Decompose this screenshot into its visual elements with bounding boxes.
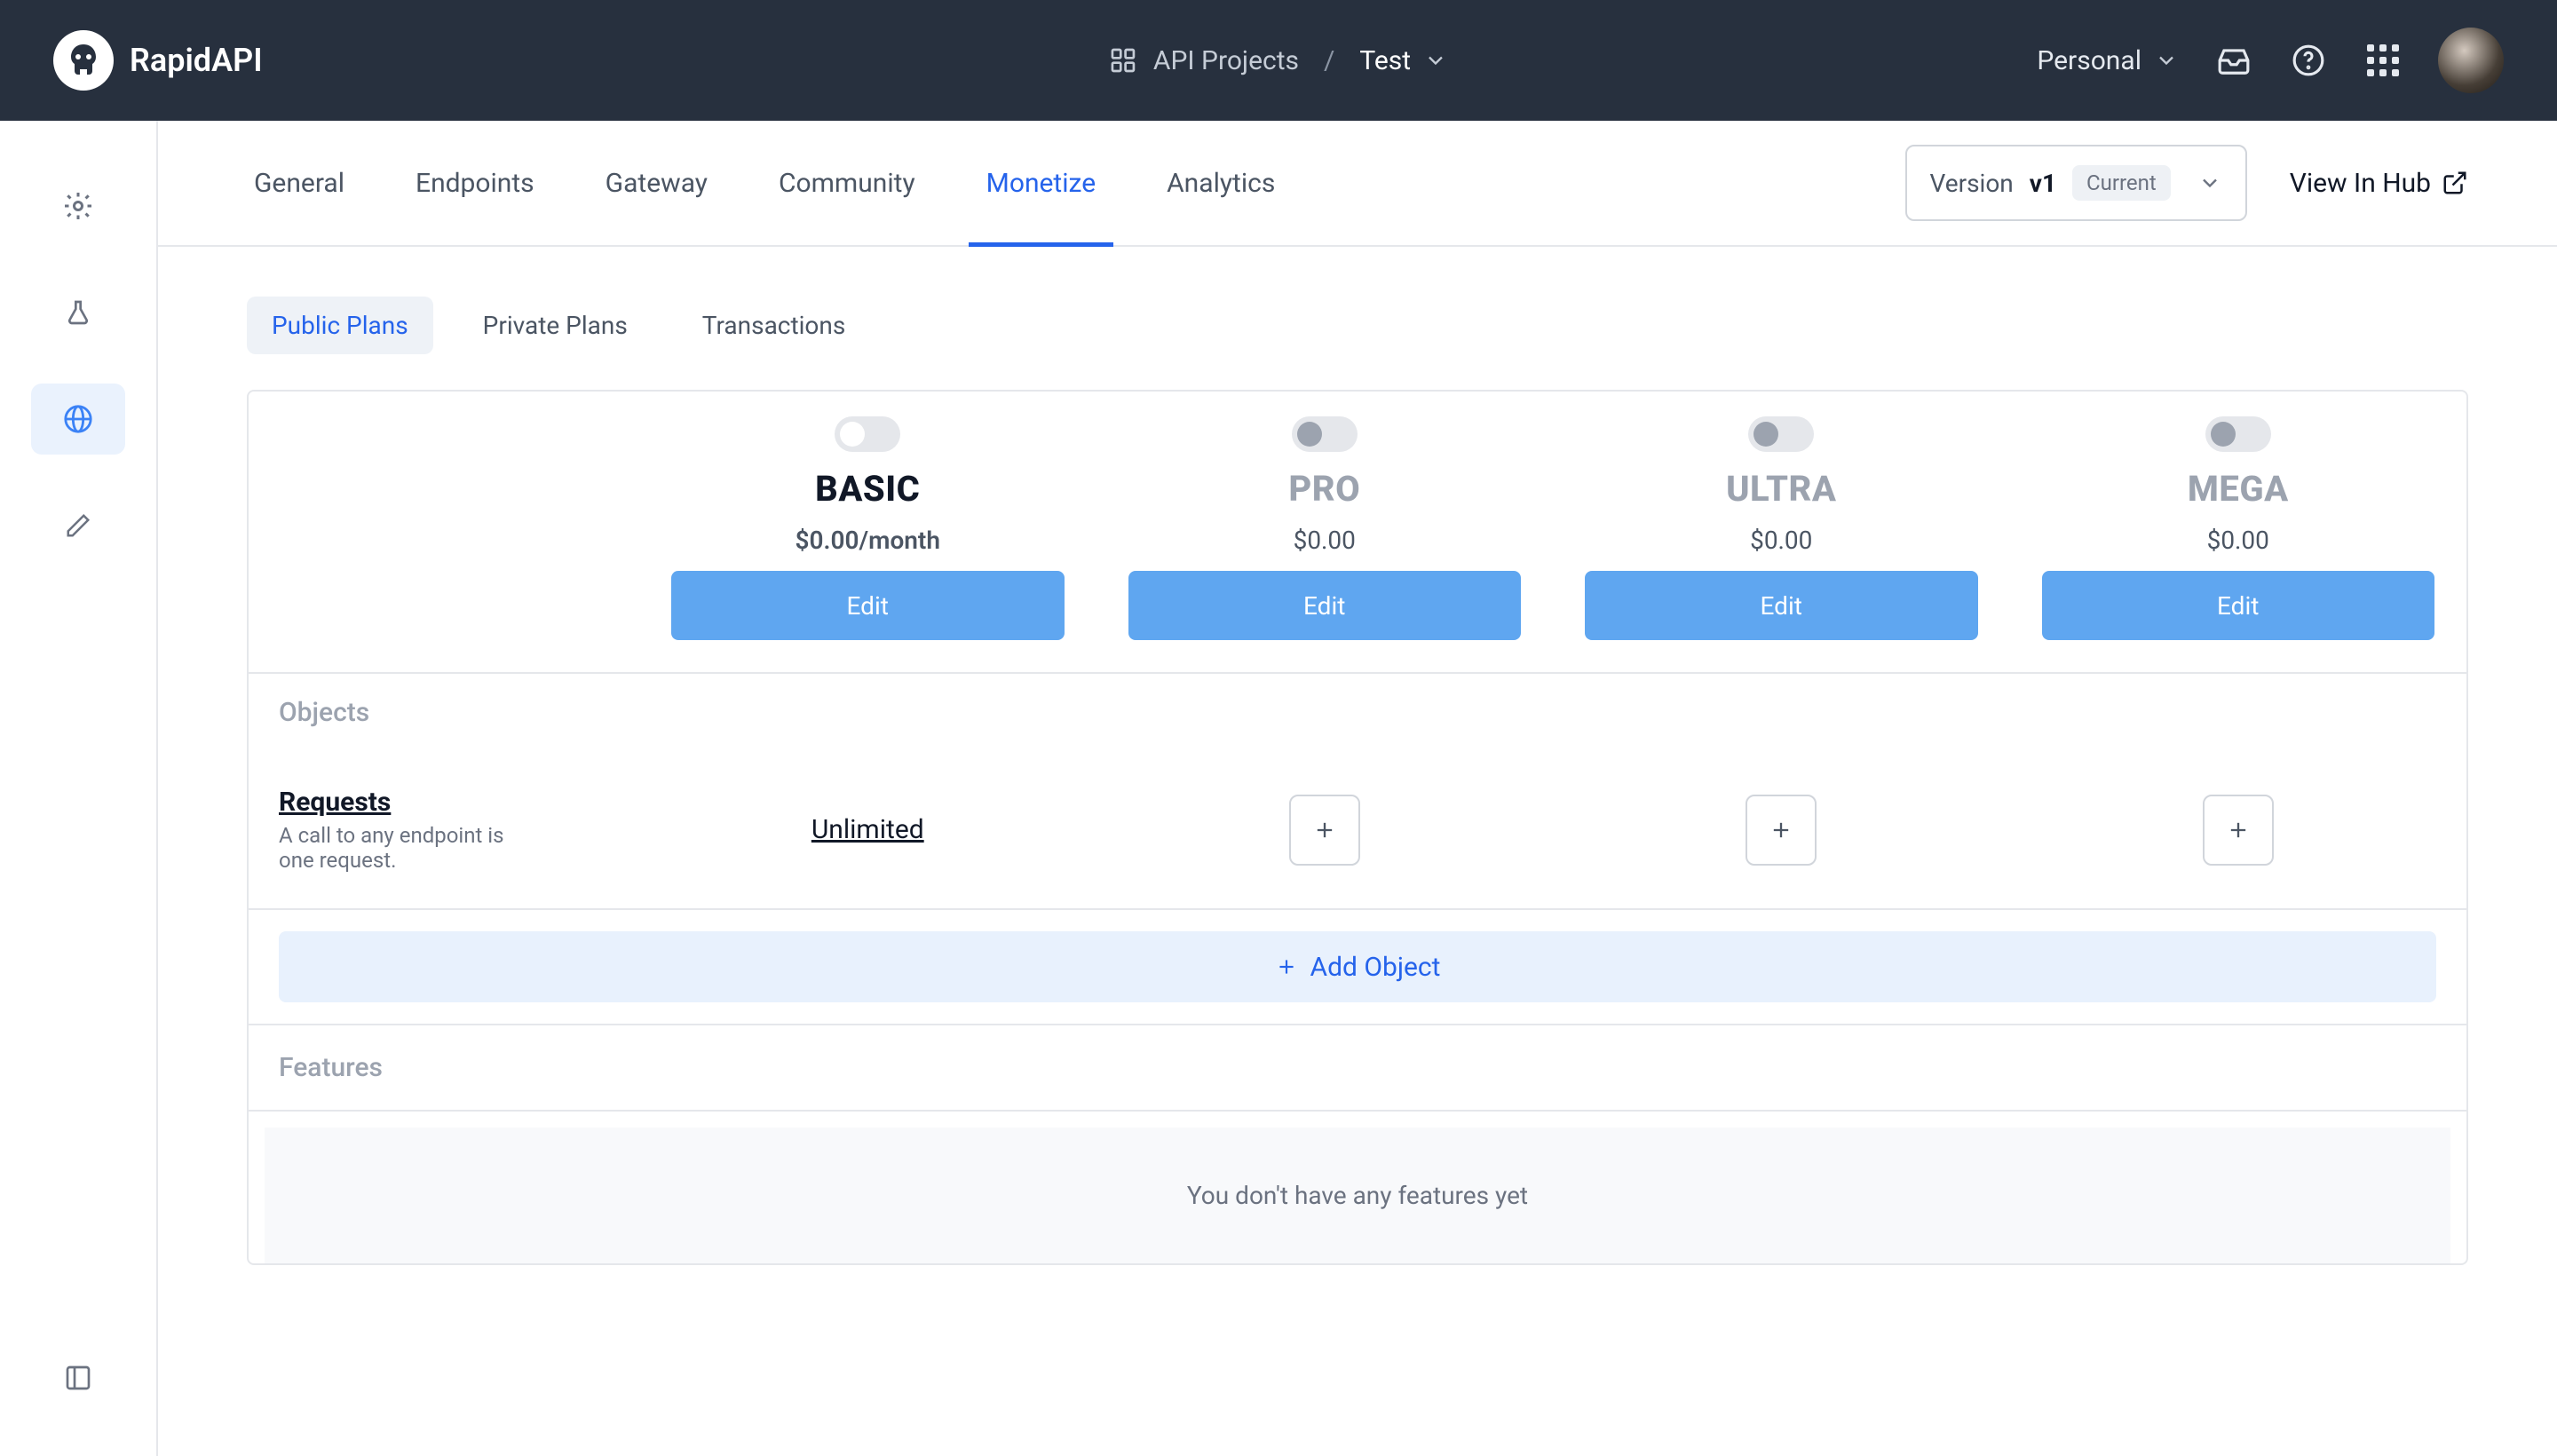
rail-edit-icon[interactable] [31, 490, 125, 561]
plan-mega-name: MEGA [2188, 468, 2289, 510]
version-label: Version [1930, 169, 2014, 198]
plan-mega: MEGA $0.00 Edit [2010, 392, 2467, 672]
plans-card: BASIC $0.00/month Edit PRO $0.00 Edit UL… [247, 390, 2468, 1265]
add-object-button[interactable]: Add Object [279, 931, 2436, 1002]
breadcrumb-current[interactable]: Test [1359, 45, 1448, 76]
object-row-requests: Requests A call to any endpoint is one r… [249, 751, 2466, 910]
apps-icon[interactable] [2363, 41, 2403, 80]
plan-ultra-edit-button[interactable]: Edit [1585, 571, 1978, 640]
plan-pro-toggle[interactable] [1292, 416, 1358, 452]
inbox-icon[interactable] [2214, 41, 2253, 80]
object-description: A call to any endpoint is one request. [279, 823, 510, 873]
add-object-label: Add Object [1310, 952, 1441, 983]
view-in-hub-label: View In Hub [2290, 168, 2431, 199]
rail-flask-icon[interactable] [31, 277, 125, 348]
version-badge: Current [2072, 165, 2171, 201]
sub-nav: Public Plans Private Plans Transactions [158, 247, 2557, 390]
features-section-label: Features [249, 1025, 2466, 1112]
help-icon[interactable] [2289, 41, 2328, 80]
tab-community[interactable]: Community [772, 121, 922, 245]
main: General Endpoints Gateway Community Mone… [158, 121, 2557, 1456]
plan-ultra-toggle[interactable] [1748, 416, 1814, 452]
workspace-label: Personal [2037, 45, 2141, 76]
object-basic-value[interactable]: Unlimited [811, 814, 924, 845]
rail-settings-icon[interactable] [31, 170, 125, 241]
subtab-public-plans[interactable]: Public Plans [247, 297, 433, 354]
plan-ultra-price: $0.00 [1750, 526, 1812, 555]
plan-basic-price: $0.00/month [796, 526, 940, 555]
chevron-down-icon [1423, 48, 1448, 73]
objects-section-label: Objects [249, 674, 2466, 751]
tab-gateway[interactable]: Gateway [598, 121, 715, 245]
version-selector[interactable]: Version v1 Current [1905, 145, 2247, 221]
object-mega-cell [2010, 759, 2467, 901]
tab-endpoints[interactable]: Endpoints [408, 121, 542, 245]
subtab-private-plans[interactable]: Private Plans [458, 297, 653, 354]
nav-tabs: General Endpoints Gateway Community Mone… [247, 121, 1282, 245]
rail-collapse-icon[interactable] [31, 1342, 125, 1413]
avatar[interactable] [2438, 28, 2504, 93]
tab-analytics[interactable]: Analytics [1160, 121, 1282, 245]
brand-name: RapidAPI [130, 42, 263, 79]
plan-ultra: ULTRA $0.00 Edit [1553, 392, 2010, 672]
object-ultra-add-button[interactable] [1746, 795, 1817, 866]
object-label: Requests A call to any endpoint is one r… [249, 751, 639, 908]
plan-basic-edit-button[interactable]: Edit [671, 571, 1065, 640]
workspace-selector[interactable]: Personal [2037, 45, 2179, 76]
plan-mega-toggle[interactable] [2205, 416, 2271, 452]
breadcrumb: API Projects / Test [1109, 45, 1448, 76]
features-empty-state: You don't have any features yet [265, 1128, 2450, 1263]
plan-pro-edit-button[interactable]: Edit [1128, 571, 1522, 640]
rail-globe-icon[interactable] [31, 384, 125, 455]
object-pro-cell [1096, 759, 1554, 901]
plan-basic-name: BASIC [815, 468, 920, 510]
external-link-icon [2442, 170, 2468, 196]
object-mega-add-button[interactable] [2203, 795, 2274, 866]
object-title[interactable]: Requests [279, 787, 609, 818]
tab-monetize[interactable]: Monetize [979, 121, 1103, 245]
plan-mega-price: $0.00 [2207, 526, 2269, 555]
tab-general[interactable]: General [247, 121, 352, 245]
chevron-down-icon [2154, 48, 2179, 73]
breadcrumb-root[interactable]: API Projects [1109, 45, 1299, 76]
plan-headers: BASIC $0.00/month Edit PRO $0.00 Edit UL… [249, 392, 2466, 674]
plan-pro: PRO $0.00 Edit [1096, 392, 1554, 672]
version-name: v1 [2030, 169, 2056, 198]
left-rail [0, 121, 158, 1456]
add-object-row: Add Object [249, 910, 2466, 1025]
brand-logo[interactable]: RapidAPI [53, 30, 263, 91]
plan-basic-toggle[interactable] [835, 416, 900, 452]
topbar: RapidAPI API Projects / Test Personal [0, 0, 2557, 121]
plan-basic: BASIC $0.00/month Edit [639, 392, 1096, 672]
object-basic-cell: Unlimited [639, 779, 1096, 881]
subtab-transactions[interactable]: Transactions [677, 297, 871, 354]
object-ultra-cell [1553, 759, 2010, 901]
topbar-right: Personal [2037, 28, 2504, 93]
chevron-down-icon [2197, 170, 2222, 195]
breadcrumb-root-label: API Projects [1153, 45, 1299, 76]
plan-pro-name: PRO [1288, 468, 1360, 510]
brand-logo-icon [53, 30, 114, 91]
object-pro-add-button[interactable] [1289, 795, 1360, 866]
secondary-nav: General Endpoints Gateway Community Mone… [158, 121, 2557, 247]
plus-icon [1275, 955, 1298, 978]
breadcrumb-current-label: Test [1359, 45, 1411, 76]
plan-ultra-name: ULTRA [1726, 468, 1836, 510]
grid-icon [1109, 46, 1137, 75]
view-in-hub-link[interactable]: View In Hub [2290, 168, 2468, 199]
plan-mega-edit-button[interactable]: Edit [2042, 571, 2435, 640]
breadcrumb-separator: / [1324, 45, 1334, 76]
plan-pro-price: $0.00 [1294, 526, 1356, 555]
